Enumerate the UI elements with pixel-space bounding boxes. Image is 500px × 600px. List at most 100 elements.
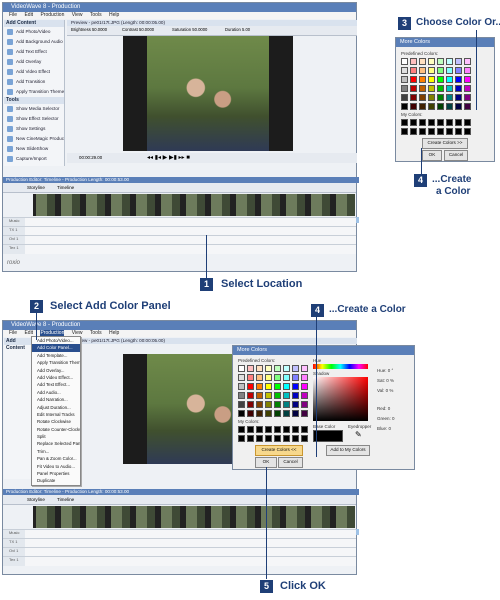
color-swatch[interactable]	[410, 103, 417, 110]
color-swatch[interactable]	[256, 374, 263, 381]
color-swatch[interactable]	[446, 119, 453, 126]
color-swatch[interactable]	[256, 365, 263, 372]
color-swatch[interactable]	[428, 128, 435, 135]
show-effect-selector[interactable]: Show Effect Selector	[4, 114, 64, 124]
timeline-tab[interactable]: Timeline	[57, 185, 74, 190]
color-swatch[interactable]	[301, 410, 308, 417]
production-menu-item[interactable]: Replace Selected Panel...	[32, 440, 80, 447]
production-menu-item[interactable]: Apply Transition Theme	[32, 359, 80, 366]
color-swatch[interactable]	[446, 103, 453, 110]
color-swatch[interactable]	[292, 365, 299, 372]
color-swatch[interactable]	[419, 67, 426, 74]
color-swatch[interactable]	[464, 85, 471, 92]
color-swatch[interactable]	[292, 383, 299, 390]
color-swatch[interactable]	[247, 392, 254, 399]
color-swatch[interactable]	[301, 426, 308, 433]
add-video-effect[interactable]: Add Video Effect	[4, 67, 64, 77]
color-swatch[interactable]	[455, 119, 462, 126]
color-swatch[interactable]	[437, 103, 444, 110]
color-swatch[interactable]	[292, 392, 299, 399]
color-swatch[interactable]	[419, 128, 426, 135]
production-menu-item[interactable]: Split	[32, 433, 80, 440]
color-swatch[interactable]	[256, 383, 263, 390]
color-swatch[interactable]	[410, 67, 417, 74]
color-swatch[interactable]	[283, 426, 290, 433]
menu-help-2[interactable]: Help	[109, 330, 119, 336]
color-swatch[interactable]	[464, 76, 471, 83]
color-swatch[interactable]	[283, 401, 290, 408]
color-swatch[interactable]	[419, 76, 426, 83]
cancel-button-2[interactable]: Cancel	[278, 457, 303, 468]
color-swatch[interactable]	[428, 58, 435, 65]
color-swatch[interactable]	[247, 410, 254, 417]
color-swatch[interactable]	[238, 435, 245, 442]
production-menu-item[interactable]: Fit Video to Audio...	[32, 463, 80, 470]
color-swatch[interactable]	[247, 383, 254, 390]
predefined-colors-grid-2[interactable]	[238, 365, 308, 417]
color-swatch[interactable]	[274, 392, 281, 399]
color-swatch[interactable]	[410, 85, 417, 92]
timeline-tab-2[interactable]: Timeline	[57, 497, 74, 502]
color-swatch[interactable]	[301, 374, 308, 381]
color-swatch[interactable]	[446, 58, 453, 65]
color-swatch[interactable]	[283, 383, 290, 390]
production-menu-item[interactable]: Add Video Effect...	[32, 374, 80, 381]
color-swatch[interactable]	[283, 410, 290, 417]
color-swatch[interactable]	[301, 392, 308, 399]
production-menu-item[interactable]: Pan & Zoom Color...	[32, 455, 80, 462]
predefined-colors-grid[interactable]	[401, 58, 471, 110]
menu-edit[interactable]: Edit	[24, 12, 33, 18]
production-menu-item[interactable]: Add Template...	[32, 352, 80, 359]
color-swatch[interactable]	[419, 94, 426, 101]
color-swatch[interactable]	[238, 374, 245, 381]
hue-bar[interactable]	[313, 364, 368, 369]
storyline-tab-2[interactable]: Storyline	[27, 497, 45, 502]
color-swatch[interactable]	[428, 119, 435, 126]
color-swatch[interactable]	[455, 67, 462, 74]
color-swatch[interactable]	[401, 76, 408, 83]
val-value[interactable]: Val: 0 %	[377, 388, 393, 393]
color-swatch[interactable]	[274, 383, 281, 390]
color-swatch[interactable]	[428, 103, 435, 110]
new-cinemagic-production[interactable]: New CineMagic Production	[4, 134, 64, 144]
color-swatch[interactable]	[437, 67, 444, 74]
color-swatch[interactable]	[401, 58, 408, 65]
color-swatch[interactable]	[410, 76, 417, 83]
create-colors-collapse-button[interactable]: Create Colors <<	[255, 445, 303, 456]
show-media-selector[interactable]: Show Media Selector	[4, 104, 64, 114]
color-swatch[interactable]	[410, 119, 417, 126]
color-swatch[interactable]	[455, 58, 462, 65]
color-swatch[interactable]	[419, 85, 426, 92]
capture-import[interactable]: Capture/Import	[4, 154, 64, 164]
color-swatch[interactable]	[256, 435, 263, 442]
color-swatch[interactable]	[419, 119, 426, 126]
apply-transition-theme[interactable]: Apply Transition Theme	[4, 87, 64, 97]
color-swatch[interactable]	[238, 426, 245, 433]
color-swatch[interactable]	[265, 383, 272, 390]
blue-value[interactable]: Blue: 0	[377, 426, 391, 431]
color-swatch[interactable]	[446, 85, 453, 92]
menu-file-2[interactable]: File	[9, 330, 17, 336]
color-swatch[interactable]	[265, 426, 272, 433]
color-swatch[interactable]	[401, 119, 408, 126]
production-menu-item[interactable]: Add Photo/Video...	[32, 337, 80, 344]
color-swatch[interactable]	[301, 435, 308, 442]
production-menu-item[interactable]: Duplicate	[32, 477, 80, 484]
color-swatch[interactable]	[455, 128, 462, 135]
create-colors-button[interactable]: Create Colors >>	[422, 138, 468, 149]
color-swatch[interactable]	[446, 67, 453, 74]
color-swatch[interactable]	[265, 401, 272, 408]
menu-file[interactable]: File	[9, 12, 17, 18]
add-to-my-colors-button[interactable]: Add to My Colors	[326, 445, 370, 456]
brightness-field[interactable]: Brightness 50.0000	[71, 27, 107, 32]
production-menu-item[interactable]: Edit Internal Tracks	[32, 411, 80, 418]
color-swatch[interactable]	[265, 374, 272, 381]
color-swatch[interactable]	[256, 401, 263, 408]
color-swatch[interactable]	[274, 435, 281, 442]
saturation-field[interactable]: Saturation 50.0000	[172, 27, 207, 32]
menu-production[interactable]: Production	[40, 12, 64, 18]
color-swatch[interactable]	[247, 374, 254, 381]
color-swatch[interactable]	[446, 128, 453, 135]
color-swatch[interactable]	[292, 401, 299, 408]
color-swatch[interactable]	[410, 94, 417, 101]
